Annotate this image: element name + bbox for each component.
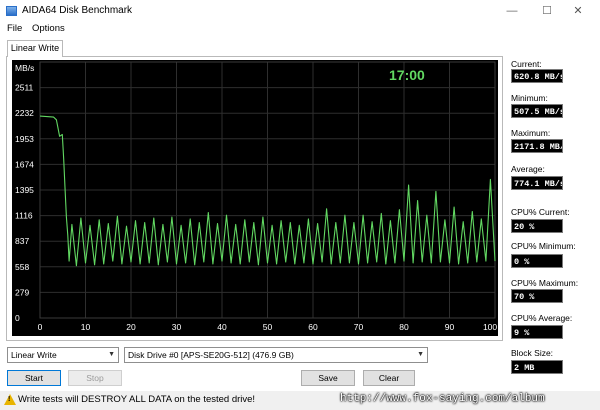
chart-svg: 2511 2232 1953 1674 1395 1116 837 558 279 0 MB/s 0 1…	[12, 60, 498, 336]
x-tick-label: 100 %	[483, 322, 498, 332]
x-tick-label: 30	[172, 322, 182, 332]
cpu-current-value: 20 %	[511, 219, 563, 233]
start-button[interactable]: Start	[7, 370, 61, 386]
menu-file[interactable]: File	[7, 23, 22, 34]
minimize-button[interactable]: —	[500, 3, 524, 19]
current-label: Current:	[511, 59, 542, 69]
x-tick-label: 80	[399, 322, 409, 332]
x-tick-label: 20	[126, 322, 136, 332]
test-mode-select[interactable]: Linear Write ▼	[7, 347, 119, 363]
maximize-button[interactable]: ☐	[535, 3, 559, 19]
current-value: 620.8 MB/s	[511, 69, 563, 83]
clear-button[interactable]: Clear	[363, 370, 415, 386]
chart-background	[12, 60, 498, 336]
x-tick-label: 40	[217, 322, 227, 332]
y-tick-label: 1116	[15, 211, 33, 221]
cpu-average-label: CPU% Average:	[511, 313, 573, 323]
stop-button[interactable]: Stop	[68, 370, 122, 386]
minimum-value: 507.5 MB/s	[511, 104, 563, 118]
average-label: Average:	[511, 164, 545, 174]
tab-linear-write[interactable]: Linear Write	[7, 40, 63, 57]
warning-text: Write tests will DESTROY ALL DATA on the…	[18, 394, 256, 405]
x-tick-label: 50	[263, 322, 273, 332]
elapsed-time: 17:00	[389, 67, 425, 83]
x-tick-label: 10	[81, 322, 91, 332]
warning-mark: !	[8, 396, 11, 403]
menu-bar: File Options	[0, 22, 600, 37]
menu-options[interactable]: Options	[32, 23, 65, 34]
y-tick-label: 2511	[15, 83, 34, 93]
y-unit-label: MB/s	[15, 63, 34, 73]
y-tick-label: 837	[15, 236, 29, 246]
x-tick-label: 70	[354, 322, 364, 332]
app-icon	[6, 6, 17, 16]
window-title: AIDA64 Disk Benchmark	[22, 5, 133, 16]
y-tick-label: 558	[15, 262, 29, 272]
chevron-down-icon: ▼	[417, 351, 424, 358]
block-size-label: Block Size:	[511, 348, 554, 358]
minimum-label: Minimum:	[511, 93, 548, 103]
average-value: 774.1 MB/s	[511, 176, 563, 190]
cpu-average-value: 9 %	[511, 325, 563, 339]
benchmark-chart: 2511 2232 1953 1674 1395 1116 837 558 279 0 MB/s 0 1…	[12, 60, 498, 336]
watermark-text: http://www.fox-saying.com/album	[340, 393, 545, 405]
maximum-value: 2171.8 MB/s	[511, 139, 563, 153]
close-button[interactable]: ✕	[566, 3, 590, 19]
x-tick-label: 90	[445, 322, 455, 332]
cpu-maximum-label: CPU% Maximum:	[511, 278, 579, 288]
maximum-label: Maximum:	[511, 128, 551, 138]
title-bar: AIDA64 Disk Benchmark — ☐ ✕	[0, 0, 600, 22]
drive-select[interactable]: Disk Drive #0 [APS-SE20G-512] (476.9 GB)…	[124, 347, 428, 363]
y-tick-label: 279	[15, 287, 29, 297]
cpu-current-label: CPU% Current:	[511, 207, 570, 217]
cpu-minimum-value: 0 %	[511, 254, 563, 268]
save-button[interactable]: Save	[301, 370, 355, 386]
y-tick-label: 1674	[15, 159, 34, 169]
chevron-down-icon: ▼	[108, 351, 115, 358]
x-tick-label: 0	[38, 322, 43, 332]
cpu-minimum-label: CPU% Minimum:	[511, 241, 576, 251]
y-tick-label: 1953	[15, 134, 34, 144]
y-tick-label: 1395	[15, 185, 34, 195]
cpu-maximum-value: 70 %	[511, 289, 563, 303]
test-mode-value: Linear Write	[11, 350, 57, 360]
drive-value: Disk Drive #0 [APS-SE20G-512] (476.9 GB)	[128, 350, 294, 360]
y-tick-label: 2232	[15, 108, 34, 118]
y-tick-label: 0	[15, 313, 20, 323]
x-tick-label: 60	[308, 322, 318, 332]
block-size-value: 2 MB	[511, 360, 563, 374]
